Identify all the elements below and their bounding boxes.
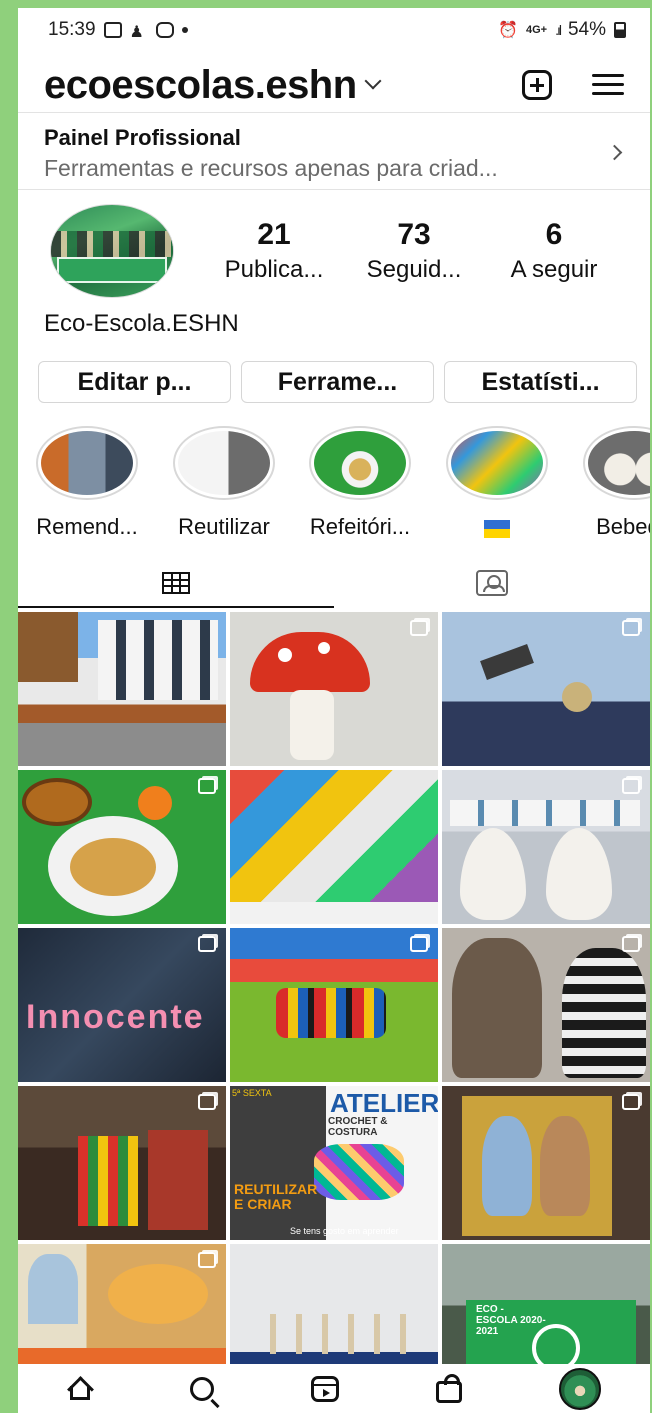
gallery-notification-icon — [103, 22, 122, 38]
highlight-label — [442, 514, 552, 544]
post-tile[interactable] — [18, 1086, 226, 1240]
carousel-icon — [198, 1094, 216, 1110]
profile-actions: Editar p... Ferrame... Estatísti... — [38, 361, 637, 403]
atelier-title: ATELIER — [330, 1088, 438, 1118]
insights-button[interactable]: Estatísti... — [444, 361, 637, 403]
following-label: A seguir — [510, 256, 598, 283]
stat-posts[interactable]: 21 Publica... — [204, 218, 344, 284]
highlight-label: Reutilizar — [178, 514, 270, 539]
carousel-icon — [410, 620, 428, 636]
plus-square-icon[interactable] — [522, 70, 552, 100]
post-tile[interactable] — [442, 1086, 650, 1240]
carousel-icon — [622, 778, 640, 794]
stat-followers[interactable]: 73 Seguid... — [344, 218, 484, 284]
post-tile[interactable] — [442, 928, 650, 1082]
bottom-navigation — [18, 1364, 650, 1413]
mural-text: Innocente — [26, 998, 205, 1036]
stat-following[interactable]: 6 A seguir — [484, 218, 624, 284]
eco-flag-text: ECO - ESCOLA 2020-2021 — [476, 1304, 546, 1337]
post-tile[interactable]: ATELIER CROCHET & COSTURA 5ª SEXTA REUTI… — [230, 1086, 438, 1240]
carousel-icon — [198, 1252, 216, 1268]
atelier-reuse: REUTILIZAR E CRIAR — [234, 1181, 318, 1212]
highlight-item[interactable] — [442, 426, 552, 544]
atelier-footer: Se tens gosto em aprender — [290, 1226, 399, 1236]
battery-icon — [614, 22, 626, 38]
profile-picture[interactable] — [50, 204, 174, 298]
post-tile[interactable] — [230, 770, 438, 924]
posts-grid: Innocente ATELIER CROCHET & COSTURA 5ª S… — [18, 612, 650, 1398]
profile-avatar[interactable] — [559, 1367, 602, 1410]
home-icon[interactable] — [67, 1378, 93, 1400]
more-notifications-icon — [181, 27, 188, 33]
instagram-notification-icon — [155, 22, 174, 38]
post-tile[interactable] — [18, 770, 226, 924]
chevron-down-icon[interactable] — [364, 72, 382, 90]
atelier-subtitle: CROCHET & COSTURA — [328, 1116, 388, 1138]
signal-icon: .ıl — [555, 22, 562, 38]
following-count: 6 — [545, 218, 563, 251]
post-tile[interactable] — [230, 612, 438, 766]
post-tile[interactable]: Innocente — [18, 928, 226, 1082]
grid-icon — [162, 572, 190, 594]
post-tile[interactable] — [18, 612, 226, 766]
display-name: Eco-Escola.ESHN — [44, 310, 239, 337]
story-highlights: Remend... Reutilizar Refeitóri... Bebedo — [18, 426, 650, 556]
highlight-item[interactable]: Bebedo — [579, 426, 650, 540]
edit-profile-button[interactable]: Editar p... — [38, 361, 231, 403]
active-tab-indicator — [18, 606, 334, 608]
alarm-icon: ⏰ — [498, 22, 518, 39]
search-icon[interactable] — [189, 1376, 214, 1401]
account-username[interactable]: ecoescolas.eshn — [44, 63, 357, 108]
post-tile[interactable] — [230, 928, 438, 1082]
highlight-item[interactable]: Reutilizar — [169, 426, 279, 540]
carousel-icon — [622, 936, 640, 952]
highlight-item[interactable]: Refeitóri... — [305, 426, 415, 540]
hamburger-icon[interactable] — [592, 74, 624, 96]
carousel-icon — [622, 1094, 640, 1110]
reels-icon[interactable] — [310, 1375, 339, 1402]
pro-panel-title: Painel Profissional — [44, 125, 241, 150]
tab-tagged[interactable] — [334, 558, 650, 608]
followers-label: Seguid... — [366, 256, 462, 283]
carousel-icon — [410, 936, 428, 952]
posts-label: Publica... — [224, 256, 324, 283]
status-time: 15:39 — [48, 19, 96, 40]
shop-icon[interactable] — [436, 1373, 463, 1403]
ukraine-flag-icon — [484, 520, 510, 538]
tagged-user-icon — [476, 570, 508, 596]
carousel-icon — [622, 620, 640, 636]
post-tile[interactable] — [442, 612, 650, 766]
profile-header: ecoescolas.eshn — [18, 54, 650, 116]
highlight-label: Remend... — [36, 514, 138, 539]
followers-count: 73 — [397, 218, 431, 251]
network-type: 4G+ — [525, 24, 548, 36]
status-bar: 15:39 ♟ ⏰ 4G+ .ıl 54% — [18, 8, 650, 52]
atelier-top-text: 5ª SEXTA — [232, 1088, 272, 1098]
post-tile[interactable] — [442, 770, 650, 924]
carousel-icon — [198, 778, 216, 794]
highlight-item[interactable]: Remend... — [32, 426, 142, 540]
profile-tabs — [18, 558, 650, 610]
profile-stats: 21 Publica... 73 Seguid... 6 A seguir — [204, 218, 624, 284]
battery-percent: 54% — [567, 19, 606, 40]
app-frame: 15:39 ♟ ⏰ 4G+ .ıl 54% ecoescolas.eshn Pa… — [18, 8, 650, 1413]
highlight-label: Refeitóri... — [309, 514, 411, 539]
highlight-label: Bebedo — [596, 514, 650, 539]
professional-tools-button[interactable]: Ferrame... — [241, 361, 434, 403]
pro-panel-subtitle: Ferramentas e recursos apenas para criad… — [44, 155, 498, 181]
people-notification-icon: ♟ — [129, 24, 144, 41]
professional-dashboard[interactable]: Painel Profissional Ferramentas e recurs… — [18, 112, 650, 190]
carousel-icon — [198, 936, 216, 952]
posts-count: 21 — [257, 218, 291, 251]
tab-posts[interactable] — [18, 558, 334, 608]
